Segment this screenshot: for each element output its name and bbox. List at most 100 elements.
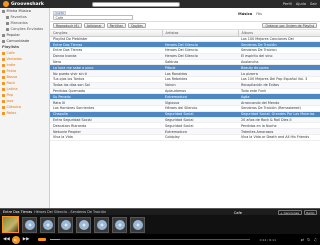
- add-button[interactable]: Adicionar: [83, 23, 105, 28]
- sidebar: Minha Música Favoritos Marcados Canções Env…: [0, 8, 50, 208]
- help-link[interactable]: Ajuda: [296, 2, 306, 6]
- progress-fill: [50, 238, 60, 240]
- playlist-icon: [2, 51, 5, 55]
- playlist-icon: [2, 111, 5, 115]
- playlist-icon: [2, 57, 5, 61]
- queue-song[interactable]: [58, 216, 73, 233]
- sidebar-item-label: Marcados: [10, 21, 28, 25]
- song-table: Canções Artistas Álbuns Playlist Do Pleb…: [50, 30, 320, 141]
- sidebar-item-label: Comunidade: [6, 39, 30, 43]
- search-input[interactable]: [92, 1, 180, 7]
- song-cell[interactable]: Viva la Vida: [50, 134, 162, 141]
- tab-music[interactable]: Música: [238, 12, 252, 16]
- shuffle-icon[interactable]: ⇄: [301, 237, 304, 242]
- playlist-title-field[interactable]: Cafe: [53, 14, 133, 20]
- app-name: Grooveshark: [11, 1, 44, 7]
- playlist-icon: [2, 93, 5, 97]
- repeat-icon[interactable]: ↻: [307, 237, 310, 242]
- add-songs-chip[interactable]: + Canciones: [277, 210, 302, 215]
- artist-cell: Coldplay: [162, 134, 238, 141]
- cd-icon: [78, 219, 89, 230]
- cd-icon: [114, 219, 125, 230]
- playlist-toolbar: Reproduzir (6) Adicionar Partilhar Opçõe…: [50, 22, 320, 30]
- playlist-header: Curtir Cafe Música Fãs: [50, 8, 320, 22]
- radio-chip[interactable]: Radio: [303, 210, 317, 215]
- queue-song[interactable]: [130, 216, 145, 233]
- tab-fans[interactable]: Fãs: [256, 12, 262, 16]
- share-button[interactable]: Partilhar: [106, 23, 126, 28]
- player-extra-controls: ⇄ ↻ ♫: [301, 237, 317, 242]
- time-readout: 0:14 / 6:11: [259, 237, 276, 242]
- community-icon: [2, 39, 5, 43]
- now-playing-bar: Entre Dos Tierras Héroes Del Silencio - …: [0, 208, 320, 215]
- top-bar: Grooveshark Perfil Ajuda Sair: [0, 0, 320, 8]
- player-controls: ◀◀ ► ▶▶ 0:14 / 6:11 ⇄ ↻ ♫: [0, 234, 320, 245]
- queue-playlist-name: Cafe: [233, 210, 242, 215]
- play-queue: [0, 215, 320, 234]
- sidebar-playlist-label: Pop: [6, 93, 14, 97]
- logout-link[interactable]: Sair: [310, 2, 317, 6]
- playlist-icon: [2, 69, 5, 73]
- sidebar-item-label: Canções Enviadas: [10, 27, 44, 31]
- cd-icon: [24, 219, 35, 230]
- cd-icon: [60, 219, 71, 230]
- album-cover-icon: [3, 217, 18, 232]
- elapsed-time: 0:14: [259, 237, 267, 242]
- options-button[interactable]: Opções: [127, 23, 146, 28]
- progress-bar[interactable]: [50, 238, 250, 240]
- sidebar-item-label: Favoritos: [10, 15, 27, 19]
- next-icon[interactable]: ▶▶: [23, 237, 30, 242]
- star-icon: [6, 15, 9, 19]
- top-links: Perfil Ajuda Sair: [283, 2, 317, 6]
- cd-icon: [42, 219, 53, 230]
- sidebar-playlist[interactable]: Relax: [0, 110, 49, 116]
- sidebar-item-label: Popular: [6, 33, 20, 37]
- queue-song[interactable]: [40, 216, 55, 233]
- playlist-icon: [2, 105, 5, 109]
- sidebar-playlist-label: Festa: [6, 69, 17, 73]
- playlist-icon: [2, 81, 5, 85]
- profile-link[interactable]: Perfil: [283, 2, 292, 6]
- sidebar-item-label: Minha Música: [6, 9, 31, 13]
- queue-song[interactable]: [112, 216, 127, 233]
- cd-icon: [96, 219, 107, 230]
- sidebar-playlist-label: Jazz: [6, 99, 14, 103]
- bookmark-icon: [6, 21, 9, 25]
- queue-current-song[interactable]: [2, 216, 19, 233]
- sidebar-playlist-label: Relax: [6, 111, 17, 115]
- sort-dropdown[interactable]: Ordenar por Ordem de Playlist: [262, 23, 317, 28]
- playlist-icon: [2, 99, 5, 103]
- queue-song[interactable]: [22, 216, 37, 233]
- volume-slider[interactable]: [38, 237, 46, 241]
- table-row[interactable]: Viva la Vida Coldplay Viva la Vida or Deat…: [50, 134, 320, 141]
- playlist-icon: [2, 75, 5, 79]
- now-playing-title[interactable]: Entre Dos Tierras: [3, 210, 32, 214]
- volume-icon[interactable]: ♫: [313, 237, 317, 242]
- queue-song[interactable]: [76, 216, 91, 233]
- queue-actions: + Canciones Radio: [277, 210, 317, 215]
- grooveshark-logo-icon: [3, 1, 9, 7]
- album-cell: Viva la Vida or Death and All His Friend…: [238, 134, 320, 141]
- music-icon: [2, 9, 5, 13]
- sidebar-playlist-label: Clássica: [6, 105, 22, 109]
- playlist-tabs: Música Fãs: [238, 12, 262, 16]
- sidebar-playlist-label: Latina: [6, 87, 18, 91]
- chart-icon: [2, 33, 5, 37]
- play-all-button[interactable]: Reproduzir (6): [53, 23, 82, 28]
- sidebar-playlist-label: Indie: [6, 63, 16, 67]
- total-time: 6:11: [269, 237, 276, 242]
- sidebar-playlist-label: Variados: [6, 57, 22, 61]
- sidebar-playlist-label: Cafe: [6, 51, 15, 55]
- previous-icon[interactable]: ◀◀: [3, 237, 10, 242]
- upload-icon: [6, 27, 9, 31]
- app-logo[interactable]: Grooveshark: [3, 1, 44, 7]
- now-playing-meta: Héroes Del Silencio - Senderos De Traici…: [34, 210, 107, 214]
- sidebar-playlist-label: Rock: [6, 81, 16, 85]
- playlist-icon: [2, 63, 5, 67]
- playlist-icon: [2, 87, 5, 91]
- play-icon[interactable]: ►: [11, 235, 20, 244]
- sidebar-playlist-label: Bossa: [6, 75, 18, 79]
- cd-icon: [132, 219, 143, 230]
- queue-song[interactable]: [94, 216, 109, 233]
- main-panel: Curtir Cafe Música Fãs Reproduzir (6) Ad…: [50, 8, 320, 208]
